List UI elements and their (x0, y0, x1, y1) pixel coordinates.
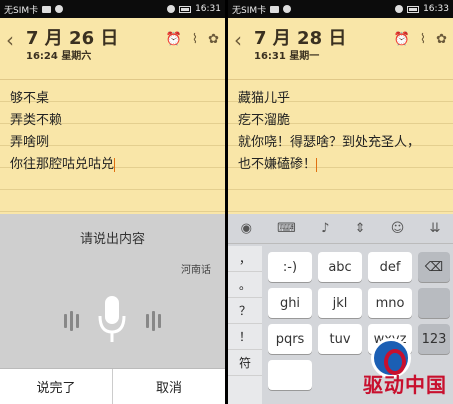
note-line: 疙不溜脆 (238, 113, 291, 128)
backspace-icon[interactable]: ⌫ (418, 252, 450, 282)
key-pqrs[interactable]: pqrs (268, 324, 312, 354)
microphone-icon[interactable]: ♪ (321, 221, 329, 236)
watermark: 驱动中国 (331, 326, 451, 402)
note-line: 就你哓！得瑟啥？到处充圣人， (238, 135, 421, 150)
alarm-icon[interactable]: ⏰ (394, 32, 410, 47)
notification-icon (283, 5, 292, 13)
key-ghi[interactable]: ghi (268, 288, 312, 318)
symbol-key[interactable]: ？ (228, 298, 262, 324)
attachment-icon[interactable]: ⌇ (420, 32, 426, 47)
symbol-column: ， 。 ？ ！ 符 (228, 246, 262, 404)
note-editor[interactable]: ‹ 7 月 26 日 16:24 星期六 ⏰ ⌇ ✿ 够不桌 弄类不赖 弄啥咧 … (0, 18, 225, 214)
key-abc[interactable]: abc (318, 252, 362, 282)
cursor-move-icon[interactable]: ⇕ (355, 221, 366, 236)
done-button[interactable]: 说完了 (0, 369, 112, 404)
symbol-toggle-key[interactable]: 符 (228, 350, 262, 376)
key-mno[interactable]: mno (368, 288, 412, 318)
carrier-label: 无SIM卡 (4, 5, 39, 16)
alarm-icon[interactable]: ⏰ (166, 32, 182, 47)
emoji-icon[interactable]: ☺ (391, 221, 405, 236)
space-key[interactable] (268, 360, 312, 390)
wifi-icon (395, 5, 404, 13)
note-time: 16:24 星期六 (26, 51, 92, 62)
input-method-icon[interactable]: ◉ (241, 221, 252, 236)
status-bar: 无SIM卡 16:33 (228, 0, 453, 18)
note-line: 你往那腔咕兑咕兑 (10, 157, 116, 172)
dialect-selector[interactable]: 河南话 (181, 261, 211, 276)
sound-wave-icon (70, 311, 73, 331)
sound-wave-icon (64, 314, 67, 328)
voice-input-panel: 请说出内容 河南话 说完了 取消 (0, 214, 225, 404)
watermark-text: 驱动中国 (363, 373, 447, 397)
status-time: 16:31 (195, 4, 221, 14)
note-time: 16:31 星期一 (254, 51, 320, 62)
symbol-key[interactable]: ， (228, 246, 262, 272)
palette-icon[interactable]: ✿ (208, 32, 219, 47)
carrier-label: 无SIM卡 (232, 5, 267, 16)
status-time: 16:33 (423, 4, 449, 14)
left-screen: 无SIM卡 16:31 ‹ 7 月 26 日 16:24 星期六 ⏰ ⌇ ✿ 够… (0, 0, 225, 404)
back-icon[interactable]: ‹ (234, 28, 242, 52)
keyboard: ◉ ⌨ ♪ ⇕ ☺ ⇊ ， 。 ？ ！ 符 :-) abc def ⌫ ghi … (228, 214, 453, 404)
emoticon-key[interactable]: :-) (268, 252, 312, 282)
note-header: ‹ 7 月 26 日 16:24 星期六 ⏰ ⌇ ✿ (0, 18, 225, 80)
note-line: 弄类不赖 (10, 113, 63, 128)
voice-prompt: 请说出内容 (79, 232, 145, 247)
note-editor[interactable]: ‹ 7 月 28 日 16:31 星期一 ⏰ ⌇ ✿ 藏猫儿乎 疙不溜脆 就你哓… (228, 18, 453, 214)
key-jkl[interactable]: jkl (318, 288, 362, 318)
sound-wave-icon (146, 314, 149, 328)
function-key[interactable] (418, 288, 450, 318)
screenshot-stage: 无SIM卡 16:31 ‹ 7 月 26 日 16:24 星期六 ⏰ ⌇ ✿ 够… (0, 0, 453, 404)
back-icon[interactable]: ‹ (6, 28, 14, 52)
text-cursor (316, 157, 318, 172)
text-cursor (114, 157, 116, 172)
voice-actions: 说完了 取消 (0, 368, 225, 404)
symbol-key[interactable]: ！ (228, 324, 262, 350)
palette-icon[interactable]: ✿ (436, 32, 447, 47)
note-text[interactable]: 够不桌 弄类不赖 弄啥咧 你往那腔咕兑咕兑 (10, 88, 219, 176)
note-line: 弄啥咧 (10, 135, 50, 150)
cancel-button[interactable]: 取消 (112, 369, 225, 404)
symbol-key[interactable]: 。 (228, 272, 262, 298)
sound-wave-icon (152, 311, 155, 331)
hide-keyboard-icon[interactable]: ⇊ (429, 221, 440, 236)
note-text[interactable]: 藏猫儿乎 疙不溜脆 就你哓！得瑟啥？到处充圣人， 也不嫌磕碜！ (238, 88, 447, 176)
key-def[interactable]: def (368, 252, 412, 282)
status-bar: 无SIM卡 16:31 (0, 0, 225, 18)
battery-icon (407, 5, 420, 13)
battery-icon (179, 5, 192, 13)
right-screen: 无SIM卡 16:33 ‹ 7 月 28 日 16:31 星期一 ⏰ ⌇ ✿ 藏… (228, 0, 453, 404)
attachment-icon[interactable]: ⌇ (192, 32, 198, 47)
sound-wave-icon (158, 314, 161, 328)
sound-wave-icon (76, 314, 79, 328)
image-icon (270, 5, 280, 13)
note-line: 藏猫儿乎 (238, 91, 291, 106)
image-icon (42, 5, 52, 13)
wifi-icon (167, 5, 176, 13)
note-line: 够不桌 (10, 91, 50, 106)
keyboard-icon[interactable]: ⌨ (277, 221, 296, 236)
microphone-icon[interactable] (96, 294, 128, 346)
note-line: 也不嫌磕碜！ (238, 157, 318, 172)
keyboard-toolbar: ◉ ⌨ ♪ ⇕ ☺ ⇊ (228, 214, 453, 244)
notification-icon (55, 5, 64, 13)
note-header: ‹ 7 月 28 日 16:31 星期一 ⏰ ⌇ ✿ (228, 18, 453, 80)
